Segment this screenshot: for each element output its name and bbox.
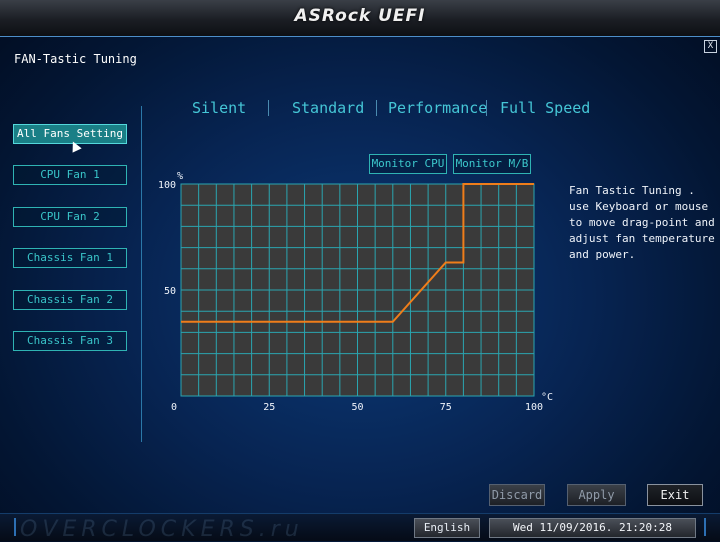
x-tick-label: 100 [525, 402, 543, 413]
x-tick-label: 25 [263, 402, 275, 413]
bottom-marker-right [704, 518, 706, 536]
y-tick-label: 50 [164, 286, 176, 297]
x-tick-label: 0 [171, 402, 177, 413]
discard-button[interactable]: Discard [489, 484, 545, 506]
language-selector[interactable]: English [414, 518, 480, 538]
y-tick-label: 100 [158, 180, 176, 191]
y-axis-label: % [177, 171, 183, 182]
x-tick-label: 50 [351, 402, 363, 413]
x-tick-label: 75 [440, 402, 452, 413]
apply-button[interactable]: Apply [567, 484, 626, 506]
exit-button[interactable]: Exit [647, 484, 703, 506]
fan-curve-chart[interactable]: 0 25 50 75 100 50 100 % °C [0, 0, 720, 540]
watermark-logo: OVERCLOCKERS.ru [20, 517, 304, 542]
help-text: Fan Tastic Tuning . use Keyboard or mous… [569, 184, 715, 261]
x-axis-label: °C [541, 392, 553, 403]
datetime-display: Wed 11/09/2016. 21:20:28 [489, 518, 696, 538]
bottom-marker-left [14, 518, 16, 536]
